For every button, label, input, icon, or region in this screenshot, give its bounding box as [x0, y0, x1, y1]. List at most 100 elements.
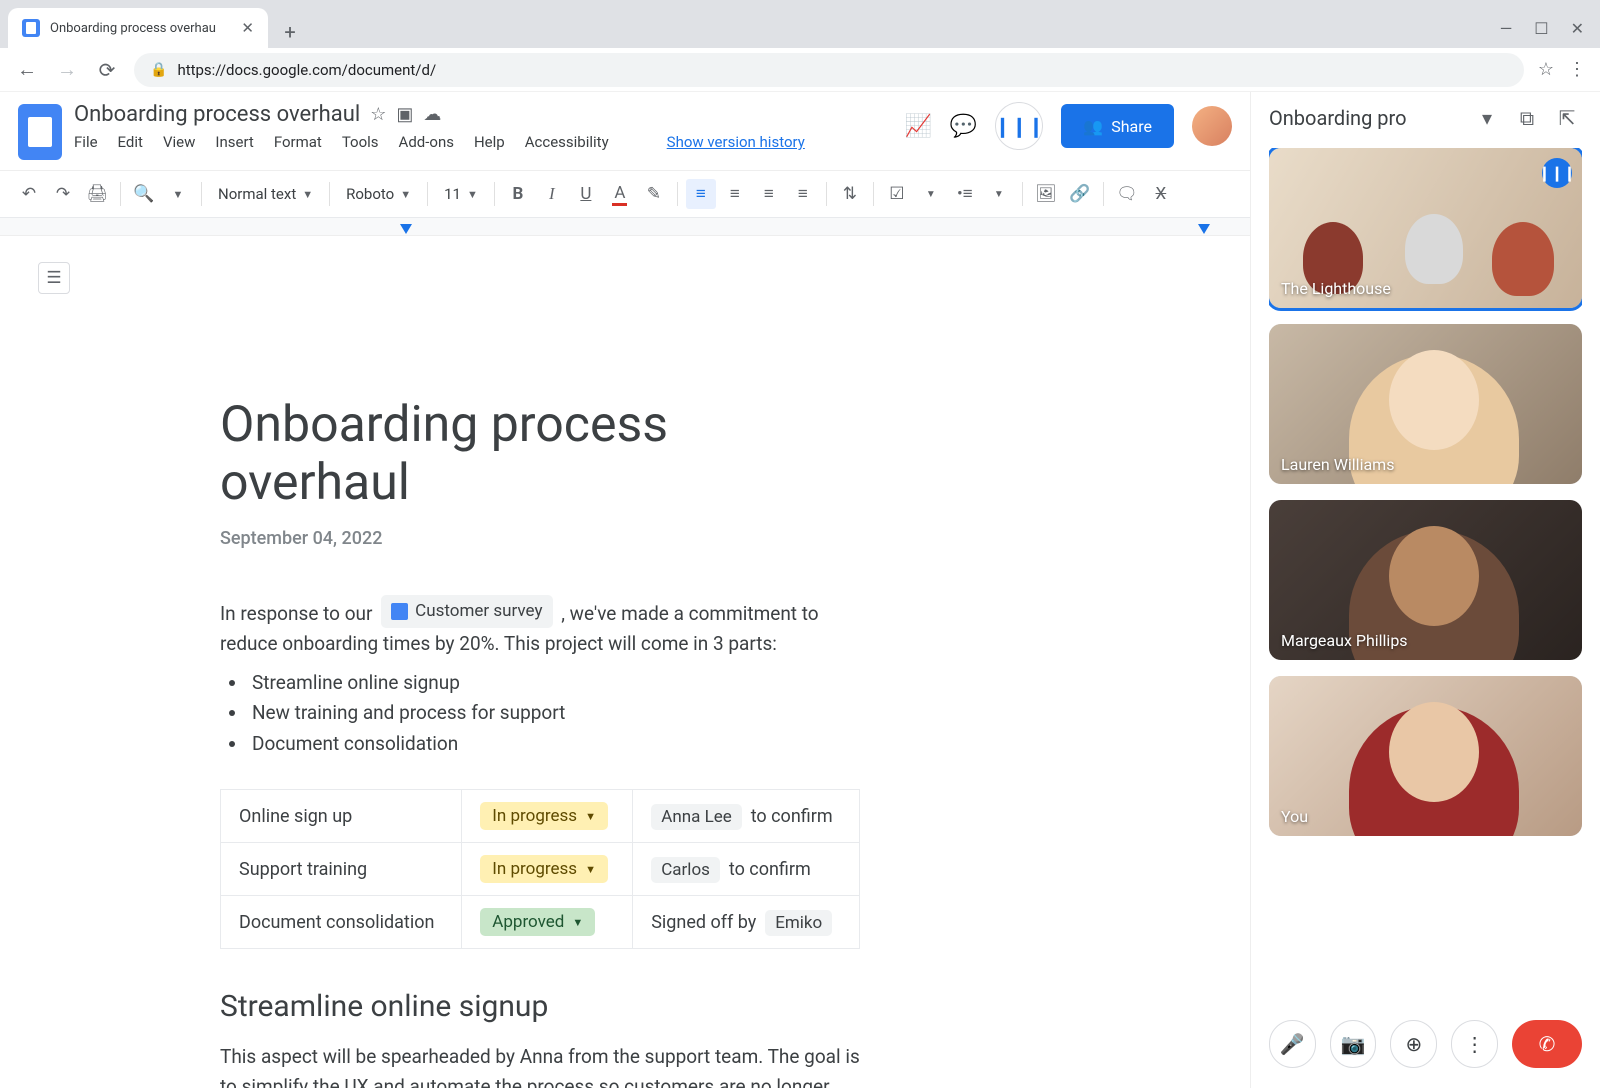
video-tile[interactable]: Margeaux Phillips: [1269, 500, 1582, 660]
browser-more-icon[interactable]: ⋮: [1568, 59, 1586, 80]
hangup-button[interactable]: ✆: [1512, 1020, 1582, 1068]
menu-format[interactable]: Format: [274, 133, 322, 151]
zoom-caret-icon[interactable]: ▼: [163, 179, 193, 209]
menu-tools[interactable]: Tools: [342, 133, 379, 151]
reload-icon[interactable]: ⟳: [94, 58, 120, 82]
person-chip[interactable]: Carlos: [651, 857, 720, 883]
list-item[interactable]: Document consolidation: [248, 729, 860, 759]
menu-addons[interactable]: Add-ons: [399, 133, 454, 151]
bold-icon[interactable]: B: [503, 179, 533, 209]
paragraph-style-dropdown[interactable]: Normal text▼: [210, 185, 321, 203]
video-tile[interactable]: ❙❙❙ The Lighthouse: [1269, 148, 1582, 308]
address-bar: ← → ⟳ 🔒 https://docs.google.com/document…: [0, 48, 1600, 92]
participant-name: The Lighthouse: [1281, 279, 1391, 298]
doc-heading-1[interactable]: Onboarding process overhaul: [220, 396, 860, 512]
redo-icon[interactable]: ↷: [48, 179, 78, 209]
present-button[interactable]: ⊕: [1390, 1020, 1437, 1068]
maximize-icon[interactable]: ☐: [1534, 19, 1548, 38]
line-spacing-icon[interactable]: ⇅: [835, 179, 865, 209]
status-chip[interactable]: Approved▼: [480, 908, 595, 936]
list-item[interactable]: Streamline online signup: [248, 668, 860, 698]
show-outline-icon[interactable]: ☰: [38, 262, 70, 294]
bulleted-list-icon[interactable]: •≡: [950, 179, 980, 209]
close-window-icon[interactable]: ✕: [1571, 19, 1584, 38]
status-table[interactable]: Online sign up In progress▼ Anna Lee to …: [220, 789, 860, 949]
text-color-icon[interactable]: A: [605, 179, 635, 209]
star-icon[interactable]: ☆: [370, 104, 386, 125]
pop-out-icon[interactable]: ⇱: [1552, 106, 1582, 130]
video-tile[interactable]: You: [1269, 676, 1582, 836]
section-body[interactable]: This aspect will be spearheaded by Anna …: [220, 1042, 860, 1088]
person-chip[interactable]: Emiko: [765, 910, 832, 936]
activity-icon[interactable]: 📈: [904, 114, 931, 139]
bullet-list[interactable]: Streamline online signup New training an…: [248, 668, 860, 759]
share-button[interactable]: 👥 Share: [1061, 104, 1174, 148]
ruler[interactable]: [0, 218, 1250, 236]
smart-chip-customer-survey[interactable]: Customer survey: [381, 595, 552, 628]
highlight-icon[interactable]: ✎: [639, 179, 669, 209]
docs-logo-icon[interactable]: [18, 104, 62, 160]
menu-edit[interactable]: Edit: [118, 133, 143, 151]
call-controls: 🎤 📷 ⊕ ⋮ ✆: [1269, 1006, 1582, 1074]
back-icon[interactable]: ←: [14, 57, 40, 82]
doc-date[interactable]: September 04, 2022: [220, 528, 860, 549]
menu-view[interactable]: View: [163, 133, 195, 151]
meet-voice-button[interactable]: ❙❙❙: [995, 102, 1043, 150]
align-right-icon[interactable]: ≡: [754, 179, 784, 209]
comments-icon[interactable]: 💬: [950, 114, 977, 139]
indent-marker-left[interactable]: [400, 224, 412, 234]
bookmark-star-icon[interactable]: ☆: [1538, 59, 1554, 80]
zoom-icon[interactable]: 🔍: [129, 179, 159, 209]
undo-icon[interactable]: ↶: [14, 179, 44, 209]
person-chip[interactable]: Anna Lee: [651, 804, 742, 830]
insert-link-icon[interactable]: 🔗: [1065, 179, 1095, 209]
document-canvas[interactable]: ☰ Onboarding process overhaul September …: [0, 236, 1250, 1088]
menu-bar: File Edit View Insert Format Tools Add-o…: [74, 133, 892, 151]
bulleted-caret-icon[interactable]: ▼: [984, 179, 1014, 209]
video-tile[interactable]: Lauren Williams: [1269, 324, 1582, 484]
browser-tab[interactable]: Onboarding process overhau ✕: [8, 8, 268, 48]
print-icon[interactable]: 🖨: [82, 179, 112, 209]
insert-image-icon[interactable]: 🖼: [1031, 179, 1061, 209]
more-options-button[interactable]: ⋮: [1451, 1020, 1498, 1068]
close-tab-icon[interactable]: ✕: [241, 19, 254, 37]
doc-heading-2[interactable]: Streamline online signup: [220, 989, 860, 1024]
new-tab-button[interactable]: +: [274, 16, 306, 48]
move-folder-icon[interactable]: ▣: [396, 104, 413, 125]
intro-paragraph[interactable]: In response to our Customer survey , we'…: [220, 595, 860, 660]
align-left-icon[interactable]: ≡: [686, 179, 716, 209]
align-justify-icon[interactable]: ≡: [788, 179, 818, 209]
menu-insert[interactable]: Insert: [215, 133, 253, 151]
menu-accessibility[interactable]: Accessibility: [525, 133, 609, 151]
font-size-dropdown[interactable]: 11▼: [436, 185, 486, 203]
url-input[interactable]: 🔒 https://docs.google.com/document/d/: [134, 53, 1524, 87]
version-history-link[interactable]: Show version history: [667, 133, 805, 151]
document-page[interactable]: Onboarding process overhaul September 04…: [80, 266, 900, 1088]
clear-formatting-icon[interactable]: X: [1146, 179, 1176, 209]
participant-name: Lauren Williams: [1281, 455, 1394, 474]
status-chip[interactable]: In progress▼: [480, 855, 608, 883]
document-title[interactable]: Onboarding process overhaul: [74, 102, 360, 127]
share-label: Share: [1111, 117, 1152, 136]
checklist-caret-icon[interactable]: ▼: [916, 179, 946, 209]
mic-button[interactable]: 🎤: [1269, 1020, 1316, 1068]
forward-icon[interactable]: →: [54, 57, 80, 82]
chevron-down-icon[interactable]: ▾: [1472, 106, 1502, 130]
picture-in-picture-icon[interactable]: ⧉: [1512, 106, 1542, 130]
add-comment-icon[interactable]: 🗨: [1112, 179, 1142, 209]
checklist-icon[interactable]: ☑: [882, 179, 912, 209]
url-text: https://docs.google.com/document/d/: [177, 61, 436, 79]
account-avatar[interactable]: [1192, 106, 1232, 146]
status-chip[interactable]: In progress▼: [480, 802, 608, 830]
indent-marker-right[interactable]: [1198, 224, 1210, 234]
align-center-icon[interactable]: ≡: [720, 179, 750, 209]
menu-help[interactable]: Help: [474, 133, 505, 151]
font-dropdown[interactable]: Roboto▼: [338, 185, 419, 203]
underline-icon[interactable]: U: [571, 179, 601, 209]
minimize-icon[interactable]: —: [1500, 19, 1513, 38]
list-item[interactable]: New training and process for support: [248, 698, 860, 728]
menu-file[interactable]: File: [74, 133, 98, 151]
tab-title: Onboarding process overhau: [50, 21, 231, 36]
italic-icon[interactable]: I: [537, 179, 567, 209]
camera-button[interactable]: 📷: [1330, 1020, 1377, 1068]
